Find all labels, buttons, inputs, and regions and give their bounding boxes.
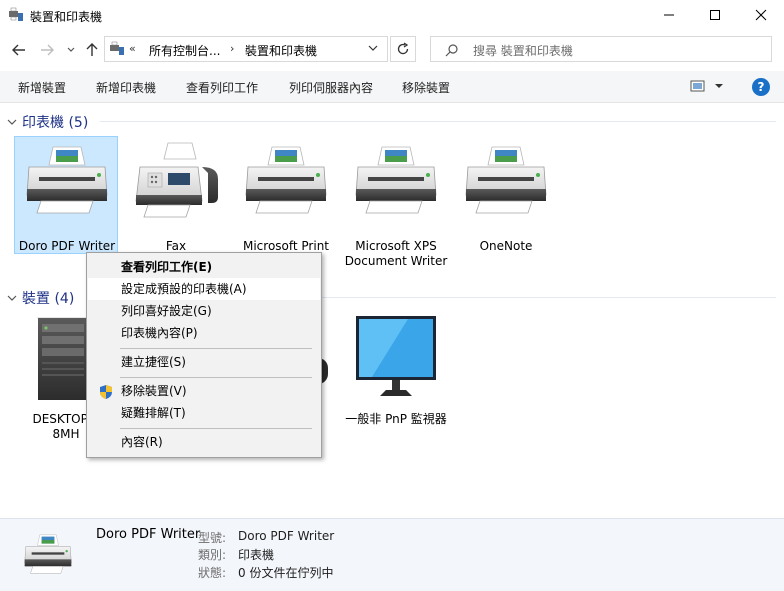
search-input[interactable]: 搜尋 裝置和印表機	[473, 42, 573, 59]
refresh-button[interactable]	[390, 36, 416, 62]
printer-icon	[458, 137, 554, 233]
menu-item-remove-device[interactable]: 移除裝置(V)	[88, 380, 320, 402]
close-button[interactable]	[738, 0, 784, 30]
command-bar: 新增裝置 新增印表機 查看列印工作 列印伺服器內容 移除裝置	[0, 71, 784, 103]
group-header-devices[interactable]: 裝置 (4)	[6, 288, 74, 308]
menu-item-printing-preferences[interactable]: 列印喜好設定(G)	[88, 300, 320, 322]
breadcrumb-control-panel[interactable]: 所有控制台...	[149, 42, 220, 59]
fax-icon	[128, 137, 224, 233]
monitor-icon	[348, 310, 444, 406]
address-overflow[interactable]: «	[129, 42, 136, 55]
details-key-category: 類別:	[197, 548, 226, 562]
address-dropdown[interactable]	[367, 42, 379, 57]
details-pane: Doro PDF Writer 型號: Doro PDF Writer 類別: …	[0, 518, 784, 591]
menu-separator	[120, 377, 312, 378]
details-value-category: 印表機	[238, 548, 275, 562]
printer-icon	[238, 137, 334, 233]
group-divider	[100, 121, 776, 122]
refresh-icon	[397, 42, 409, 55]
shield-icon	[100, 385, 112, 399]
title-bar: 裝置和印表機	[0, 0, 784, 30]
maximize-button[interactable]	[692, 0, 738, 30]
print-server-properties-button[interactable]: 列印伺服器內容	[289, 79, 373, 96]
recent-locations-button[interactable]	[64, 38, 78, 62]
view-icon	[690, 80, 705, 92]
add-device-button[interactable]: 新增裝置	[18, 79, 66, 96]
see-print-jobs-button[interactable]: 查看列印工作	[186, 79, 258, 96]
arrow-up-icon	[86, 43, 98, 56]
search-icon	[445, 44, 458, 57]
menu-separator	[120, 428, 312, 429]
menu-separator	[120, 348, 312, 349]
search-box[interactable]: 搜尋 裝置和印表機	[430, 36, 772, 62]
minimize-button[interactable]	[646, 0, 692, 30]
chevron-down-icon	[7, 119, 17, 125]
item-caption: Microsoft XPS Document Writer	[344, 239, 448, 268]
chevron-down-icon	[67, 47, 75, 52]
add-printer-button[interactable]: 新增印表機	[96, 79, 156, 96]
arrow-left-icon	[12, 44, 25, 56]
printer-icon	[348, 137, 444, 233]
change-view-button[interactable]	[690, 79, 724, 93]
group-divider	[322, 297, 776, 298]
maximize-icon	[710, 10, 720, 20]
control-panel-icon	[110, 41, 124, 55]
back-button[interactable]	[8, 38, 30, 62]
devices-printers-icon	[9, 7, 23, 21]
menu-item-create-shortcut[interactable]: 建立捷徑(S)	[88, 351, 320, 373]
close-icon	[755, 9, 767, 21]
details-value-status: 0 份文件在佇列中	[238, 566, 334, 580]
group-label: 印表機 (5)	[22, 115, 89, 131]
group-header-printers[interactable]: 印表機 (5)	[6, 112, 88, 132]
remove-device-button[interactable]: 移除裝置	[402, 79, 450, 96]
context-menu: 查看列印工作(E) 設定成預設的印表機(A) 列印喜好設定(G) 印表機內容(P…	[86, 252, 322, 458]
details-key-model: 型號:	[197, 531, 226, 545]
help-button[interactable]: ?	[752, 78, 770, 96]
minimize-icon	[664, 14, 674, 16]
window-title: 裝置和印表機	[30, 10, 103, 24]
chevron-down-icon	[368, 45, 378, 51]
up-button[interactable]	[82, 38, 102, 62]
details-key-status: 狀態:	[197, 566, 226, 580]
printer-doro-pdf-writer[interactable]: Doro PDF Writer	[14, 136, 118, 254]
menu-item-troubleshoot[interactable]: 疑難排解(T)	[88, 402, 320, 424]
menu-item-properties[interactable]: 內容(R)	[88, 431, 320, 453]
item-caption: 一般非 PnP 監視器	[345, 412, 447, 426]
printer-icon	[19, 137, 115, 233]
arrow-right-icon	[41, 44, 54, 56]
address-bar[interactable]: « 所有控制台... › 裝置和印表機	[104, 36, 388, 62]
details-value-model: Doro PDF Writer	[238, 529, 335, 543]
chevron-down-icon	[7, 295, 17, 301]
breadcrumb-separator[interactable]: ›	[230, 42, 234, 55]
breadcrumb-devices-printers[interactable]: 裝置和印表機	[245, 42, 317, 59]
forward-button[interactable]	[36, 38, 58, 62]
chevron-down-icon	[715, 84, 723, 88]
printer-icon	[16, 529, 80, 585]
item-caption: OneNote	[479, 239, 533, 253]
menu-item-label: 移除裝置(V)	[121, 384, 187, 398]
group-label: 裝置 (4)	[22, 291, 75, 307]
menu-item-printer-properties[interactable]: 印表機內容(P)	[88, 322, 320, 344]
menu-item-see-print-jobs[interactable]: 查看列印工作(E)	[88, 256, 320, 278]
menu-item-set-default[interactable]: 設定成預設的印表機(A)	[88, 278, 320, 300]
